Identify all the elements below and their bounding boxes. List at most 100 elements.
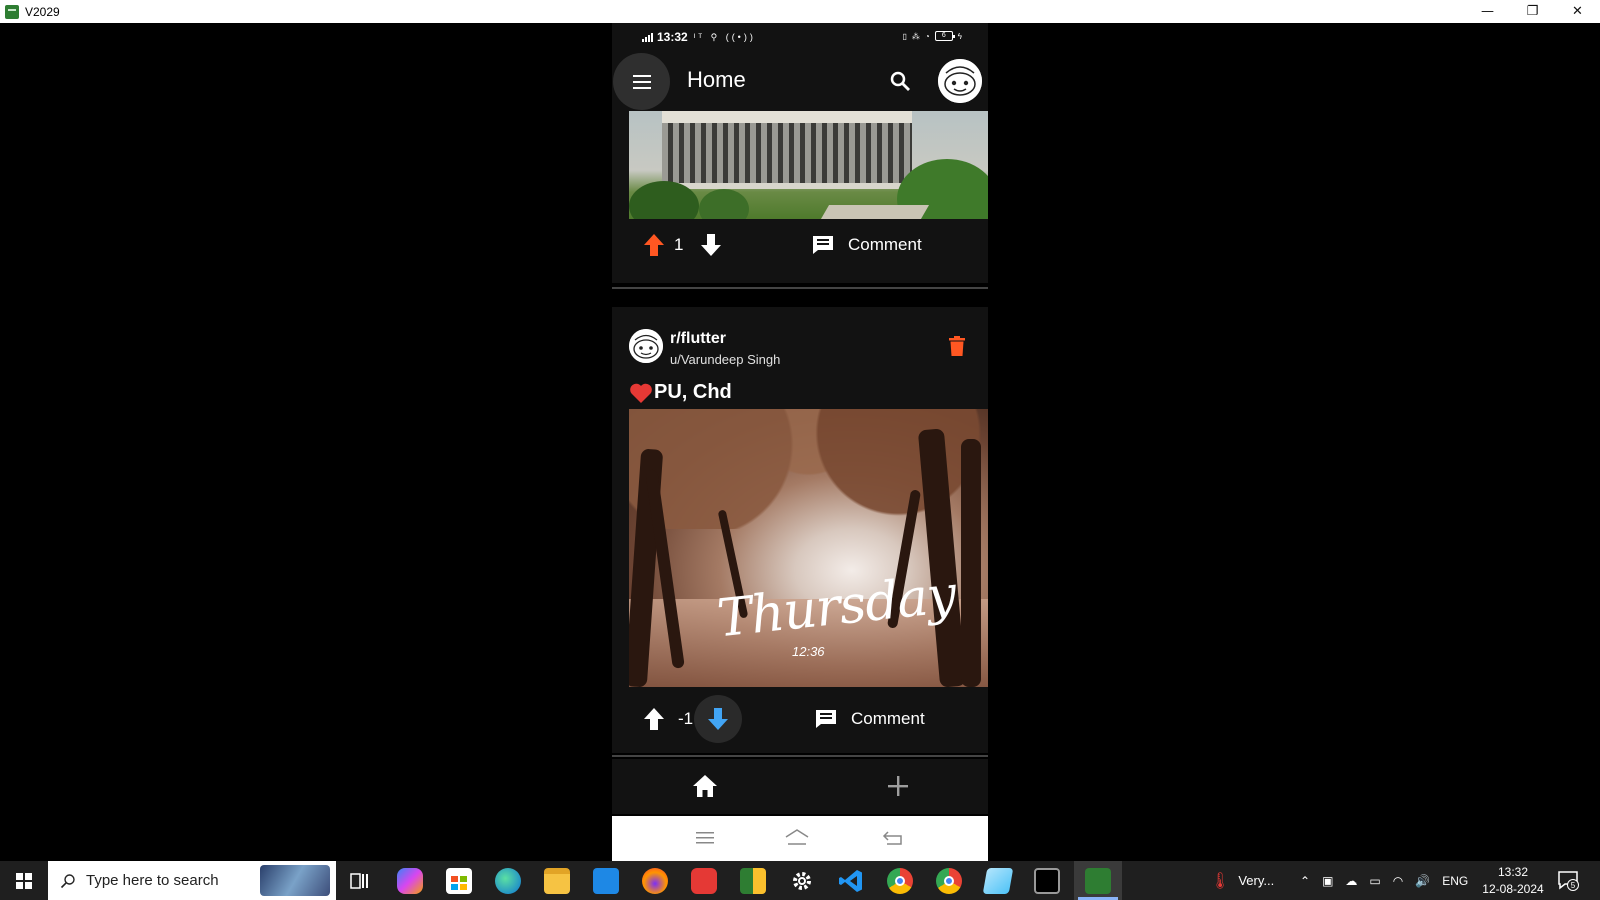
post-title-text: PU, Chd	[654, 381, 732, 403]
status-bar: 13:32 ᴵᵀ ⚲ ((•)) ▯ ⁂ ◔ 6 ϟ	[612, 23, 988, 51]
image-overlay-time: 12:36	[792, 644, 825, 659]
taskbar: Type here to search 🌡 Very... ⌃ ▣ ☁ ▭ ◠ …	[0, 861, 1600, 900]
app-bar: Home	[612, 51, 988, 111]
notification-count: 5	[1571, 881, 1576, 890]
chrome-icon[interactable]	[887, 868, 913, 894]
upvote-arrow-icon[interactable]	[643, 233, 665, 257]
wifi-icon[interactable]: ◠	[1393, 874, 1403, 888]
microsoft-store-icon[interactable]	[446, 868, 472, 894]
meet-now-icon[interactable]: ▣	[1322, 874, 1333, 888]
building-image-element	[662, 111, 912, 189]
vote-row: 1 Comment	[612, 219, 988, 269]
vote-row: -1 Comment	[612, 693, 988, 743]
start-button[interactable]	[0, 861, 48, 900]
active-app-highlight	[1074, 861, 1122, 900]
post-title[interactable]: PU, Chd	[629, 381, 732, 404]
post-image[interactable]	[629, 111, 988, 219]
wifi-icon: ◔	[924, 31, 930, 41]
search-highlight-image	[260, 865, 330, 896]
profile-avatar[interactable]	[938, 59, 982, 103]
bottom-navigation	[612, 759, 988, 814]
onedrive-icon[interactable]: ☁	[1345, 874, 1357, 888]
post-divider	[612, 287, 988, 289]
wps-office-icon[interactable]	[691, 868, 717, 894]
notification-icon[interactable]: 5	[1557, 869, 1579, 891]
chrome-profile-icon[interactable]	[936, 868, 962, 894]
post-header: r/flutter u/Varundeep Singh	[629, 327, 984, 367]
volume-icon[interactable]: 🔊	[1415, 874, 1430, 888]
taskbar-search[interactable]: Type here to search	[48, 861, 336, 900]
windows-icon	[16, 872, 32, 889]
notes-app-icon[interactable]	[740, 868, 766, 894]
language-indicator[interactable]: ENG	[1442, 874, 1468, 888]
taskbar-clock[interactable]: 13:32 12-08-2024	[1478, 864, 1548, 898]
status-time: 13:32	[657, 30, 688, 44]
weather-widget[interactable]: 🌡 Very...	[1210, 861, 1274, 900]
notepad-icon[interactable]	[982, 868, 1014, 894]
comment-label: Comment	[848, 235, 922, 254]
comment-label: Comment	[851, 709, 925, 728]
system-navigation-bar	[612, 816, 988, 861]
post-image[interactable]: Thursday 12:36	[629, 409, 988, 687]
network-icon: ⁂	[911, 31, 920, 41]
post-card: r/flutter u/Varundeep Singh PU, Chd Thur…	[612, 307, 988, 753]
vscode-icon[interactable]	[838, 868, 864, 894]
edge-icon[interactable]	[495, 868, 521, 894]
minimize-button[interactable]: —	[1465, 0, 1510, 23]
comment-icon	[813, 236, 833, 254]
downvote-arrow-icon[interactable]	[707, 707, 729, 731]
search-icon	[60, 873, 75, 888]
settings-gear-icon[interactable]	[789, 868, 815, 894]
upvote-arrow-icon[interactable]	[643, 707, 665, 731]
vibrate-icon: ▯	[902, 31, 907, 41]
back-icon[interactable]	[882, 828, 904, 848]
status-right-icons: ▯ ⁂ ◔ 6 ϟ	[903, 31, 962, 41]
post-card: 1 Comment	[612, 111, 988, 283]
downvote-arrow-icon[interactable]	[700, 233, 722, 257]
window-controls: — ❐ ✕	[1465, 0, 1600, 23]
recents-icon[interactable]	[694, 828, 716, 848]
page-title: Home	[687, 67, 746, 92]
scrcpy-icon[interactable]	[1085, 868, 1111, 894]
search-placeholder: Type here to search	[86, 872, 219, 889]
add-icon[interactable]	[885, 773, 911, 799]
home-gesture-icon[interactable]	[784, 828, 810, 848]
subreddit-name[interactable]: r/flutter	[670, 330, 726, 348]
menu-button[interactable]	[613, 53, 670, 110]
heart-icon	[630, 383, 652, 403]
subreddit-avatar[interactable]	[629, 329, 663, 363]
copilot-icon[interactable]	[397, 868, 423, 894]
system-tray: ⌃ ▣ ☁ ▭ ◠ 🔊 ENG	[1300, 861, 1468, 900]
home-icon[interactable]	[692, 773, 718, 799]
post-feed[interactable]: 1 Comment r/flutter u/Varundeep Singh PU…	[612, 111, 988, 759]
vote-count: -1	[678, 709, 694, 728]
vote-count: 1	[674, 235, 684, 254]
comment-icon	[816, 710, 836, 728]
firefox-icon[interactable]	[642, 868, 668, 894]
comment-button[interactable]: Comment	[815, 705, 925, 733]
close-button[interactable]: ✕	[1555, 0, 1600, 23]
search-icon[interactable]	[888, 69, 912, 93]
window-title: V2029	[25, 4, 60, 19]
status-left-icons: ᴵᵀ ⚲ ((•))	[693, 31, 756, 42]
delete-icon[interactable]	[948, 336, 966, 356]
weather-text: Very...	[1238, 873, 1275, 888]
comment-button[interactable]: Comment	[812, 231, 922, 259]
charging-icon: ϟ	[957, 31, 962, 41]
hamburger-icon	[632, 74, 651, 89]
terminal-icon[interactable]	[1034, 868, 1060, 894]
chevron-up-icon[interactable]: ⌃	[1300, 874, 1310, 888]
phone-screen: 13:32 ᴵᵀ ⚲ ((•)) ▯ ⁂ ◔ 6 ϟ Home 1 Commen…	[612, 23, 988, 861]
mail-icon[interactable]	[593, 868, 619, 894]
battery-icon: 6	[934, 31, 955, 41]
clock-time: 13:32	[1497, 865, 1529, 879]
task-view-icon[interactable]	[347, 868, 373, 894]
battery-icon[interactable]: ▭	[1369, 874, 1380, 888]
post-author[interactable]: u/Varundeep Singh	[670, 352, 780, 367]
restore-button[interactable]: ❐	[1510, 0, 1555, 23]
file-explorer-icon[interactable]	[544, 868, 570, 894]
app-icon	[5, 4, 19, 19]
thermometer-icon: 🌡	[1210, 872, 1231, 890]
signal-icon	[642, 32, 653, 42]
clock-date: 12-08-2024	[1482, 882, 1544, 896]
